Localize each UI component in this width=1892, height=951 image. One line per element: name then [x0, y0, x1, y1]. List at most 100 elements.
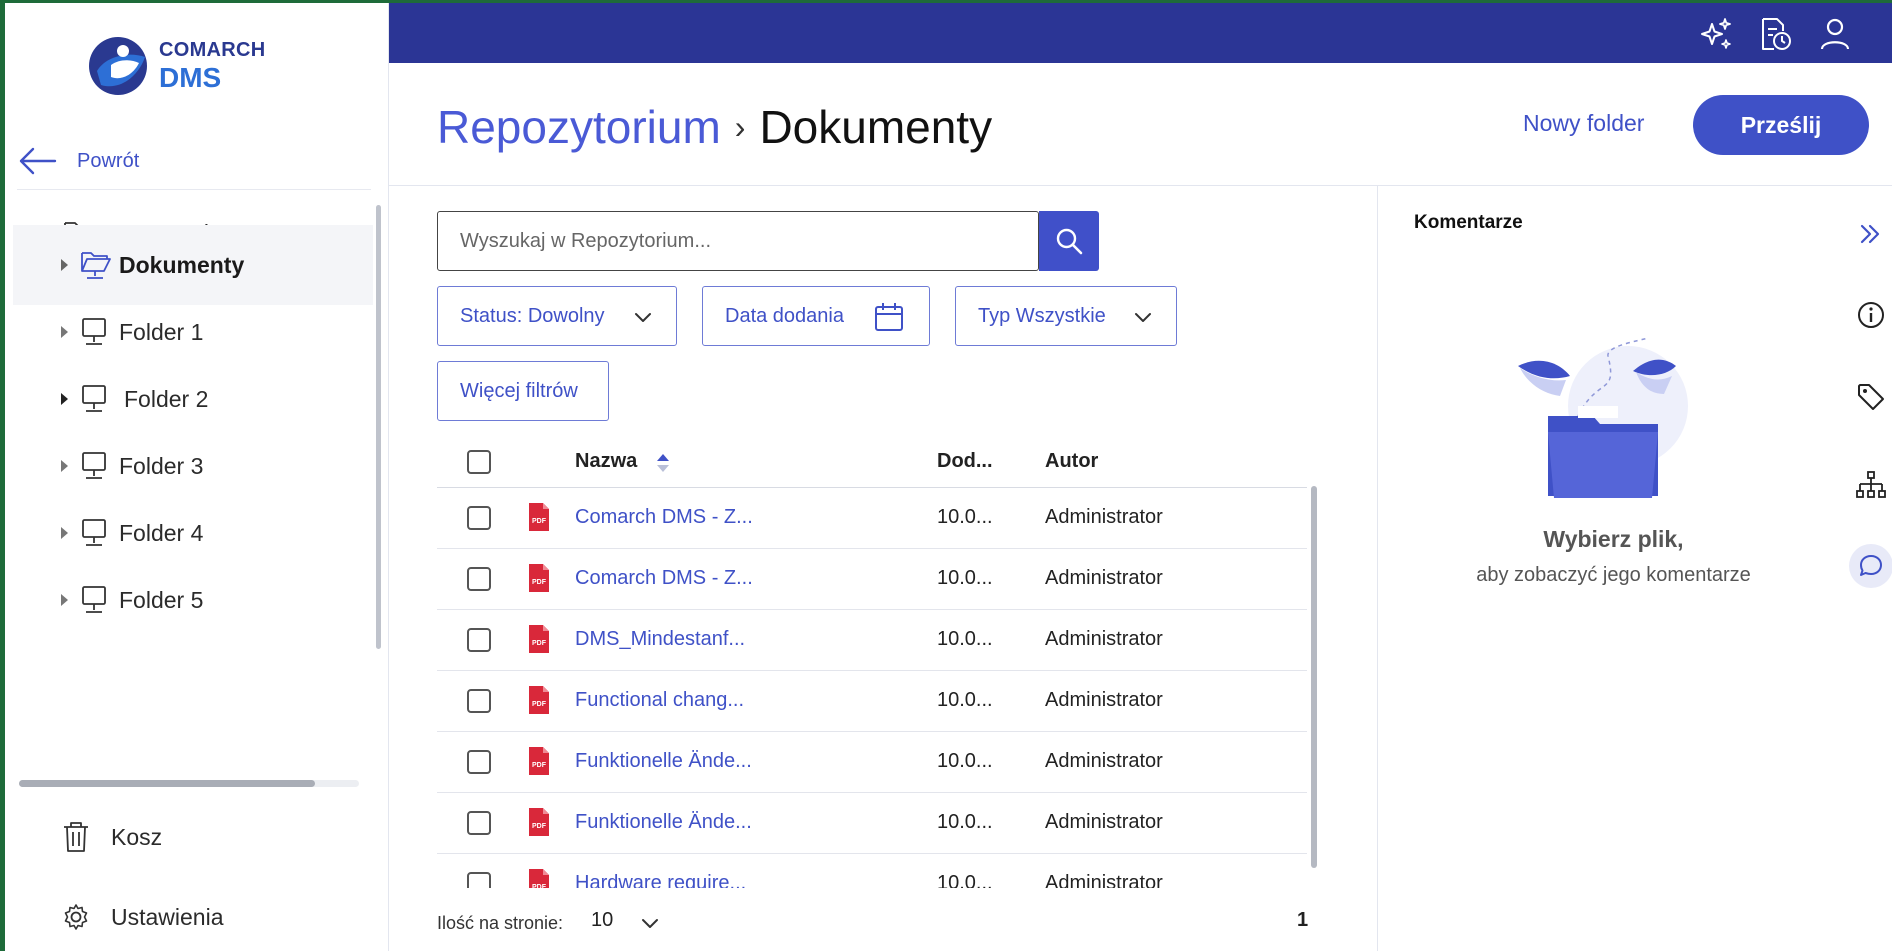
breadcrumb-root[interactable]: Repozytorium [437, 100, 721, 154]
user-icon[interactable] [1817, 16, 1853, 52]
file-name-link[interactable]: Comarch DMS - Z... [575, 506, 753, 529]
monitor-icon [82, 385, 106, 412]
upload-button[interactable]: Prześlij [1693, 95, 1869, 155]
trash-label: Kosz [111, 823, 163, 850]
file-name-link[interactable]: Comarch DMS - Z... [575, 567, 753, 590]
tree-label: Folder 3 [119, 452, 204, 479]
pdf-badge-text: PDF [532, 884, 547, 888]
status-filter-dropdown[interactable]: Status: Dowolny [437, 286, 677, 346]
sidebar-divider [17, 189, 371, 190]
tag-icon[interactable] [1856, 382, 1886, 412]
row-checkbox[interactable] [467, 506, 491, 530]
breadcrumb: Repozytorium › Dokumenty [437, 100, 992, 154]
status-filter-label: Status: Dowolny [460, 304, 605, 327]
table-row[interactable]: PDF Hardware require... 10.0... Administ… [437, 854, 1307, 888]
table-row[interactable]: PDF Comarch DMS - Z... 10.0... Administr… [437, 549, 1307, 610]
top-bar [389, 3, 1892, 63]
file-author: Administrator [1045, 872, 1163, 888]
file-date: 10.0... [937, 872, 993, 888]
document-clock-icon[interactable] [1757, 16, 1793, 52]
info-icon[interactable] [1856, 300, 1886, 330]
brand-logo[interactable]: COMARCH DMS [87, 35, 266, 97]
file-name-link[interactable]: DMS_Mindestanf... [575, 628, 745, 651]
column-date[interactable]: Dod... [937, 450, 993, 473]
row-checkbox[interactable] [467, 628, 491, 652]
file-date: 10.0... [937, 506, 993, 528]
back-link[interactable]: Powrót [17, 146, 139, 176]
hierarchy-icon[interactable] [1856, 470, 1886, 500]
settings-link[interactable]: Ustawienia [61, 901, 224, 933]
file-date: 10.0... [937, 628, 993, 650]
row-checkbox[interactable] [467, 567, 491, 591]
comments-title: Komentarze [1414, 212, 1523, 233]
type-filter-dropdown[interactable]: Typ Wszystkie [955, 286, 1177, 346]
new-folder-button[interactable]: Nowy folder [1523, 110, 1644, 137]
gear-icon [64, 904, 88, 930]
caret-right-icon[interactable] [57, 526, 71, 540]
select-all-checkbox[interactable] [467, 450, 491, 474]
row-checkbox[interactable] [467, 811, 491, 835]
comments-tab[interactable] [1849, 544, 1892, 588]
table-row[interactable]: PDF Comarch DMS - Z... 10.0... Administr… [437, 488, 1307, 549]
caret-right-icon[interactable] [57, 593, 71, 607]
trash-link[interactable]: Kosz [61, 821, 162, 853]
sidebar-vertical-scrollbar[interactable] [376, 205, 381, 649]
page-header: Repozytorium › Dokumenty Nowy folder Prz… [389, 63, 1892, 186]
monitor-icon [82, 318, 106, 345]
monitor-icon [82, 586, 106, 613]
table-row[interactable]: PDF Funktionelle Ände... 10.0... Adminis… [437, 732, 1307, 793]
right-icon-rail [1848, 186, 1892, 951]
tree-label: Dokumenty [119, 251, 245, 278]
table-vertical-scrollbar[interactable] [1311, 486, 1317, 868]
table-row[interactable]: PDF Functional chang... 10.0... Administ… [437, 671, 1307, 732]
calendar-icon [875, 303, 903, 331]
comments-panel: Komentarze Wybierz plik, aby zobaczyć je… [1377, 186, 1848, 951]
ai-sparkle-icon[interactable] [1698, 16, 1734, 52]
collapse-panel-icon[interactable] [1856, 219, 1886, 249]
row-checkbox[interactable] [467, 689, 491, 713]
file-name-link[interactable]: Funktionelle Ände... [575, 811, 752, 834]
arrow-left-icon [19, 147, 57, 175]
caret-right-icon[interactable] [57, 325, 71, 339]
pdf-file-icon: PDF [529, 869, 549, 888]
type-filter-label: Typ Wszystkie [978, 304, 1106, 327]
caret-right-icon[interactable] [57, 392, 71, 406]
date-filter[interactable]: Data dodania [702, 286, 930, 346]
table-row[interactable]: PDF Funktionelle Ände... 10.0... Adminis… [437, 793, 1307, 854]
app-window: COMARCH DMS Powrót Repozytorium [5, 3, 1892, 951]
row-checkbox[interactable] [467, 750, 491, 774]
comment-icon [1860, 555, 1882, 576]
pdf-badge-text: PDF [532, 701, 547, 708]
items-per-page-value[interactable]: 10 [591, 909, 613, 932]
breadcrumb-separator: › [734, 108, 746, 145]
caret-right-icon[interactable] [57, 258, 71, 272]
file-author: Administrator [1045, 689, 1163, 711]
chevron-down-icon[interactable] [639, 912, 661, 934]
file-author: Administrator [1045, 628, 1163, 650]
file-name-link[interactable]: Funktionelle Ände... [575, 750, 752, 773]
tree-item-folder-5[interactable]: Folder 5 [13, 560, 373, 640]
trash-icon [64, 822, 88, 852]
table-row[interactable]: PDF DMS_Mindestanf... 10.0... Administra… [437, 610, 1307, 671]
pdf-file-icon: PDF [529, 747, 549, 775]
sort-ascending-icon[interactable] [655, 452, 671, 474]
tree-label: Folder 2 [124, 385, 209, 412]
search-button[interactable] [1039, 211, 1099, 271]
caret-right-icon[interactable] [57, 459, 71, 473]
current-page[interactable]: 1 [1297, 909, 1308, 932]
pdf-badge-text: PDF [532, 579, 547, 586]
file-name-link[interactable]: Hardware require... [575, 872, 746, 888]
row-checkbox[interactable] [467, 872, 491, 888]
more-filters-button[interactable]: Więcej filtrów [437, 361, 609, 421]
file-author: Administrator [1045, 750, 1163, 772]
pdf-badge-text: PDF [532, 518, 547, 525]
file-author: Administrator [1045, 506, 1163, 528]
file-name-link[interactable]: Functional chang... [575, 689, 744, 712]
comments-empty-title: Wybierz plik, [1543, 526, 1684, 552]
search-input[interactable] [438, 212, 1038, 270]
pdf-file-icon: PDF [529, 686, 549, 714]
sidebar-horizontal-scrollbar[interactable] [19, 780, 315, 787]
column-author[interactable]: Autor [1045, 450, 1098, 473]
column-name[interactable]: Nazwa [575, 450, 637, 473]
comments-empty-subtitle: aby zobaczyć jego komentarze [1476, 564, 1751, 586]
